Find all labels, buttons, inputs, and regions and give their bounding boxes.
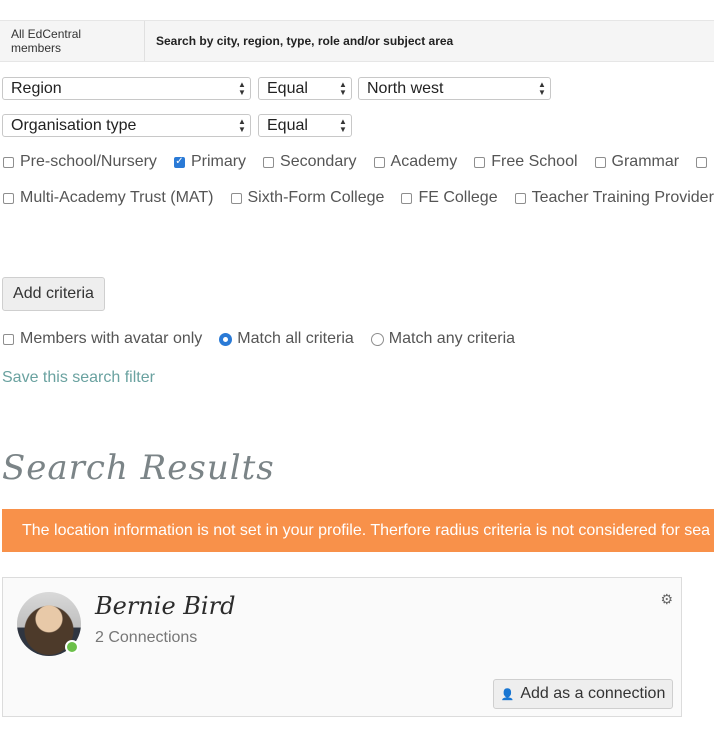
criteria-field-select-2[interactable]: Organisation type ▲ ▼ — [2, 114, 251, 137]
checkbox[interactable] — [696, 156, 708, 168]
org-type-option[interactable]: Free School — [471, 153, 578, 171]
online-status-icon — [65, 640, 79, 654]
org-type-option[interactable]: Secondary — [260, 153, 357, 171]
org-type-label: Grammar — [611, 153, 680, 170]
criteria-field-value-2: Organisation type — [11, 117, 137, 134]
criteria-operator-select-2[interactable]: Equal ▲ ▼ — [258, 114, 352, 137]
criteria-field-select-1[interactable]: Region ▲ ▼ — [2, 77, 251, 100]
criteria-operator-value-1: Equal — [267, 80, 308, 97]
org-type-label: Teacher Training Provider — [531, 189, 714, 206]
member-card: Bernie Bird 2 Connections ⚙ 👤 Add as a c… — [2, 577, 682, 717]
criteria-value-value-1: North west — [367, 80, 444, 97]
org-type-label: Primary — [190, 153, 247, 170]
avatar-only-label: Members with avatar only — [20, 330, 203, 347]
checkbox[interactable] — [401, 192, 413, 204]
org-type-option[interactable]: Teacher Training Provider — [512, 189, 714, 207]
add-connection-label: Add as a connection — [520, 685, 666, 702]
member-connections-count: 2 Connections — [95, 629, 198, 646]
match-any-option[interactable]: Match any criteria — [368, 330, 515, 348]
select-arrows-icon: ▲ ▼ — [538, 79, 546, 97]
search-results-heading: Search Results — [2, 448, 275, 488]
org-type-option[interactable]: Academy — [371, 153, 458, 171]
org-type-option[interactable]: Grammar — [592, 153, 680, 171]
org-type-option[interactable]: Sixth-Form College — [228, 189, 385, 207]
radio-selected[interactable] — [219, 332, 233, 346]
checkbox[interactable] — [3, 333, 14, 345]
match-any-label: Match any criteria — [388, 330, 516, 347]
person-icon: 👤 — [500, 688, 515, 701]
checkbox[interactable] — [373, 156, 385, 168]
checkbox-checked[interactable]: ✓ — [173, 156, 185, 168]
tab-search-hint[interactable]: Search by city, region, type, role and/o… — [145, 21, 464, 61]
select-arrows-icon: ▲ ▼ — [339, 116, 347, 134]
tab-all-members[interactable]: All EdCentral members — [0, 21, 145, 61]
checkbox[interactable] — [3, 156, 14, 168]
criteria-operator-value-2: Equal — [267, 117, 308, 134]
match-all-label: Match all criteria — [237, 330, 354, 347]
checkbox[interactable] — [594, 156, 606, 168]
gear-icon[interactable]: ⚙ — [660, 591, 673, 608]
org-type-label: Sixth-Form College — [247, 189, 385, 206]
add-connection-button[interactable]: 👤 Add as a connection — [493, 679, 673, 709]
location-warning-alert: The location information is not set in y… — [2, 509, 714, 552]
org-type-label: Academy — [390, 153, 458, 170]
criteria-value-select-1[interactable]: North west ▲ ▼ — [358, 77, 551, 100]
checkbox[interactable] — [263, 156, 275, 168]
criteria-field-value-1: Region — [11, 80, 62, 97]
checkbox[interactable] — [3, 192, 14, 204]
org-type-label: Multi-Academy Trust (MAT) — [20, 189, 214, 206]
select-arrows-icon: ▲ ▼ — [238, 116, 246, 134]
org-type-options-line-1: Pre-school/Nursery ✓ Primary Secondary A… — [0, 151, 714, 173]
org-type-option[interactable]: Multi-Academy Trust (MAT) — [0, 189, 214, 207]
member-name[interactable]: Bernie Bird — [95, 592, 235, 620]
add-criteria-button[interactable]: Add criteria — [2, 277, 105, 311]
checkbox[interactable] — [474, 156, 486, 168]
checkbox[interactable] — [230, 192, 242, 204]
criteria-operator-select-1[interactable]: Equal ▲ ▼ — [258, 77, 352, 100]
org-type-label: Pre-school/Nursery — [20, 153, 157, 170]
search-options-row: Members with avatar only Match all crite… — [0, 328, 529, 350]
search-tabs: All EdCentral members Search by city, re… — [0, 20, 714, 62]
org-type-option[interactable]: Pre-school/Nursery — [0, 153, 157, 171]
avatar-only-option[interactable]: Members with avatar only — [0, 330, 202, 348]
radio[interactable] — [370, 332, 384, 346]
org-type-label: FE College — [418, 189, 498, 206]
org-type-label: Free School — [491, 153, 578, 170]
org-type-options-line-2: Multi-Academy Trust (MAT) Sixth-Form Col… — [0, 187, 714, 209]
org-type-label: Secondary — [280, 153, 357, 170]
org-type-option[interactable]: In — [693, 153, 714, 171]
select-arrows-icon: ▲ ▼ — [339, 79, 347, 97]
save-search-filter-link[interactable]: Save this search filter — [2, 369, 155, 387]
checkbox[interactable] — [514, 192, 526, 204]
match-all-option[interactable]: Match all criteria — [216, 330, 354, 348]
select-arrows-icon: ▲ ▼ — [238, 79, 246, 97]
org-type-option[interactable]: ✓ Primary — [171, 153, 246, 171]
avatar[interactable] — [17, 592, 81, 656]
org-type-option[interactable]: FE College — [398, 189, 498, 207]
